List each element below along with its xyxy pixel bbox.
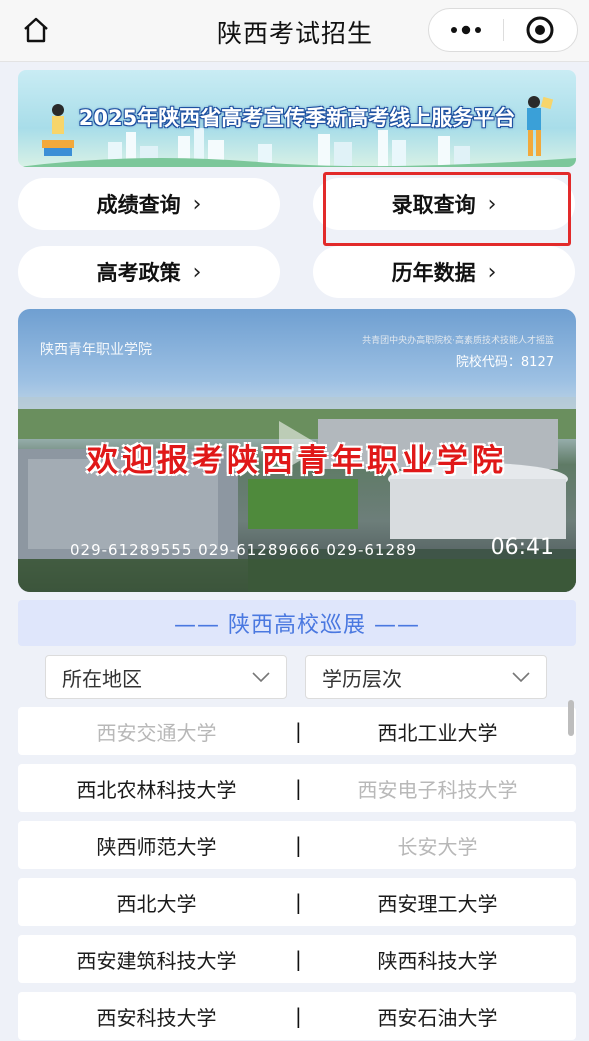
page-title: 陕西考试招生 xyxy=(216,19,373,48)
more-icon xyxy=(450,25,481,35)
chevron-down-icon xyxy=(512,672,530,682)
education-level-label: 学历层次 xyxy=(322,666,402,691)
university-item[interactable]: 陕西师范大学 xyxy=(18,831,295,860)
welcome-slogan: 欢迎报考陕西青年职业学院 xyxy=(87,443,507,479)
university-row: 西北大学 | 西安理工大学 xyxy=(18,878,576,926)
chevron-down-icon xyxy=(252,672,270,682)
exam-policy-button[interactable]: 高考政策 › xyxy=(18,246,280,298)
university-row: 陕西师范大学 | 长安大学 xyxy=(18,821,576,869)
historical-data-label: 历年数据 xyxy=(391,261,476,285)
chevron-right-icon: › xyxy=(192,259,202,285)
top-bar: 陕西考试招生 xyxy=(0,0,589,62)
university-item[interactable]: 西安理工大学 xyxy=(299,888,576,917)
university-item[interactable]: 西安交通大学 xyxy=(18,717,295,746)
section-title: —— 陕西高校巡展 —— xyxy=(18,600,576,646)
university-item[interactable]: 西安建筑科技大学 xyxy=(18,945,295,974)
target-icon xyxy=(526,16,554,44)
university-item[interactable]: 陕西科技大学 xyxy=(299,945,576,974)
score-query-label: 成绩查询 xyxy=(96,193,181,217)
chevron-right-icon: › xyxy=(192,191,202,217)
university-item[interactable]: 西北工业大学 xyxy=(299,717,576,746)
score-query-button[interactable]: 成绩查询 › xyxy=(18,178,280,230)
university-item[interactable]: 西安电子科技大学 xyxy=(299,774,576,803)
home-button[interactable] xyxy=(18,12,54,48)
university-row: 西安交通大学 | 西北工业大学 xyxy=(18,707,576,755)
list-scrollbar[interactable] xyxy=(568,700,574,736)
university-row: 西北农林科技大学 | 西安电子科技大学 xyxy=(18,764,576,812)
university-row: 西安建筑科技大学 | 陕西科技大学 xyxy=(18,935,576,983)
university-item[interactable]: 西安石油大学 xyxy=(299,1002,576,1031)
university-item[interactable]: 长安大学 xyxy=(299,831,576,860)
home-icon xyxy=(24,17,48,43)
college-tagline: 共青团中央办高职院校·高素质技术技能人才摇篮 xyxy=(362,336,554,346)
university-item[interactable]: 西安科技大学 xyxy=(18,1002,295,1031)
more-button[interactable] xyxy=(429,8,503,52)
mini-program-capsule xyxy=(428,8,578,52)
contact-phones: 029-61289555 029-61289666 029-61289 xyxy=(70,541,418,559)
region-select-label: 所在地区 xyxy=(62,666,142,691)
college-code: 院校代码：8127 xyxy=(455,355,554,370)
chevron-right-icon: › xyxy=(487,259,497,285)
historical-data-button[interactable]: 历年数据 › xyxy=(313,246,575,298)
university-row: 西安科技大学 | 西安石油大学 xyxy=(18,992,576,1040)
promo-video-player[interactable]: 陕西青年职业学院 共青团中央办高职院校·高素质技术技能人才摇篮 院校代码：812… xyxy=(18,309,576,592)
promo-banner[interactable]: 2025年陕西省高考宣传季新高考线上服务平台 xyxy=(18,70,576,167)
video-duration: 06:41 xyxy=(490,535,554,560)
banner-title: 2025年陕西省高考宣传季新高考线上服务平台 xyxy=(78,106,516,130)
university-item[interactable]: 西北大学 xyxy=(18,888,295,917)
highlight-annotation-box xyxy=(323,172,571,246)
university-item[interactable]: 西北农林科技大学 xyxy=(18,774,295,803)
region-select[interactable]: 所在地区 xyxy=(45,655,287,699)
close-button[interactable] xyxy=(504,8,578,52)
exam-policy-label: 高考政策 xyxy=(96,261,181,285)
education-level-select[interactable]: 学历层次 xyxy=(305,655,547,699)
college-logo-text: 陕西青年职业学院 xyxy=(40,342,152,358)
